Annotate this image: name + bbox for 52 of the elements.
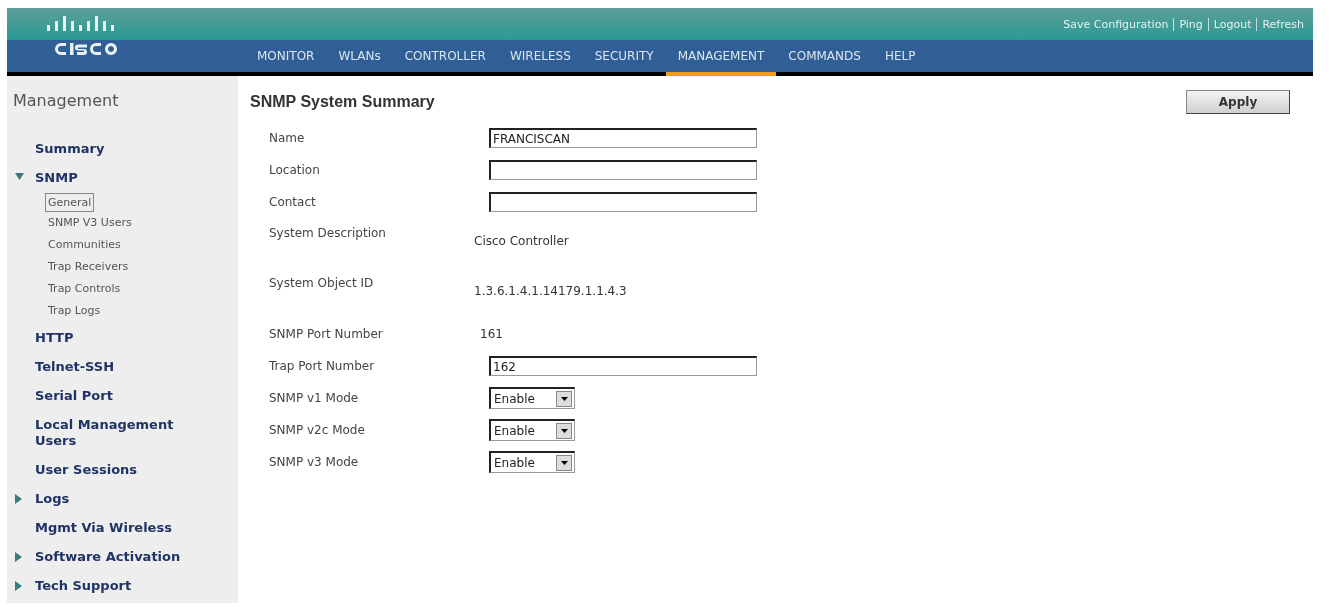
input-field[interactable] xyxy=(489,160,757,180)
expand-arrow-icon[interactable] xyxy=(15,173,24,180)
field-label: Trap Port Number xyxy=(269,359,376,373)
sidebar-item[interactable]: Mgmt Via Wireless xyxy=(35,520,172,536)
sidebar-subitem[interactable]: Trap Controls xyxy=(45,278,124,300)
dropdown-arrow-icon xyxy=(560,396,568,401)
sidebar-item[interactable]: Software Activation xyxy=(35,549,181,565)
field-label: Name xyxy=(269,131,306,145)
dropdown[interactable]: Enable xyxy=(489,419,575,441)
collapse-arrow-icon[interactable] xyxy=(15,552,22,562)
field-label: Location xyxy=(269,163,321,177)
dropdown-arrow-icon xyxy=(560,428,568,433)
nav-tab[interactable]: MONITOR xyxy=(245,40,327,72)
input-field[interactable]: FRANCISCAN xyxy=(489,128,757,148)
nav-tab[interactable]: COMMANDS xyxy=(776,40,873,72)
input-field[interactable]: 162 xyxy=(489,356,757,376)
input-field[interactable] xyxy=(489,192,757,212)
field-label: SNMP v3 Mode xyxy=(269,455,360,469)
nav-tab[interactable]: WIRELESS xyxy=(497,40,583,72)
sidebar-item[interactable]: Telnet-SSH xyxy=(35,359,115,375)
sidebar-item[interactable]: HTTP xyxy=(35,330,74,346)
sidebar-item[interactable]: Tech Support xyxy=(35,578,132,594)
sidebar-subitem[interactable]: Trap Logs xyxy=(45,300,104,322)
field-value: Cisco Controller xyxy=(474,234,570,248)
sidebar-item[interactable]: Local Management Users xyxy=(35,417,200,449)
sidebar-item[interactable]: Summary xyxy=(35,141,105,157)
field-label: System Object ID xyxy=(269,276,375,290)
nav-tab[interactable]: HELP xyxy=(872,40,928,72)
sidebar-item[interactable]: Logs xyxy=(35,491,70,507)
sidebar-title: Management xyxy=(13,91,120,110)
sidebar-item[interactable]: User Sessions xyxy=(35,462,138,478)
dropdown-arrow-icon xyxy=(560,460,568,465)
dropdown[interactable]: Enable xyxy=(489,451,575,473)
nav-tab[interactable]: SECURITY xyxy=(582,40,666,72)
collapse-arrow-icon[interactable] xyxy=(15,581,22,591)
sidebar-subitem[interactable]: Trap Receivers xyxy=(45,256,132,278)
nav-tab[interactable]: CONTROLLER xyxy=(392,40,498,72)
collapse-arrow-icon[interactable] xyxy=(15,494,22,504)
sidebar-item[interactable]: SNMP xyxy=(35,170,78,186)
page-title: SNMP System Summary xyxy=(250,93,435,111)
field-value: 161 xyxy=(480,327,504,341)
field-label: SNMP v1 Mode xyxy=(269,391,360,405)
sidebar-subitem[interactable]: General xyxy=(45,193,95,212)
sidebar-subitem[interactable]: Communities xyxy=(45,234,124,256)
field-label: Contact xyxy=(269,195,317,209)
field-value: 1.3.6.1.4.1.14179.1.1.4.3 xyxy=(474,284,628,298)
dropdown[interactable]: Enable xyxy=(489,387,575,409)
sidebar-item[interactable]: Serial Port xyxy=(35,388,113,404)
apply-button[interactable]: Apply xyxy=(1186,90,1290,114)
sidebar-subitem[interactable]: SNMP V3 Users xyxy=(45,212,135,234)
field-label: SNMP v2c Mode xyxy=(269,423,366,437)
nav-tab[interactable]: WLANs xyxy=(326,40,393,72)
